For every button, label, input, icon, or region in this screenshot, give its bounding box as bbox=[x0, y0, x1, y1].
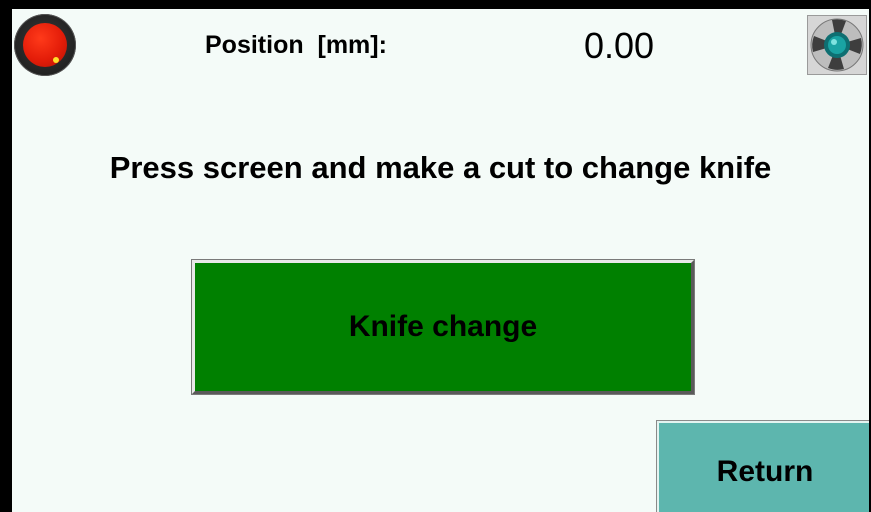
hmi-screen: Position [mm]: 0.00 Press screen and mak… bbox=[0, 0, 871, 512]
knife-change-label: Knife change bbox=[348, 310, 538, 343]
return-button[interactable]: Return bbox=[656, 420, 869, 512]
position-value: 0.00 bbox=[584, 25, 655, 66]
knife-change-button[interactable]: Knife change bbox=[191, 259, 695, 395]
status-lamp-icon bbox=[14, 14, 76, 76]
position-label: Position [mm]: bbox=[205, 31, 387, 59]
return-label: Return bbox=[716, 455, 814, 488]
status-lamp-highlight bbox=[53, 57, 59, 63]
status-lamp-lens bbox=[23, 23, 67, 67]
settings-button[interactable] bbox=[807, 15, 867, 75]
instruction-text: Press screen and make a cut to change kn… bbox=[109, 150, 772, 185]
fan-settings-icon bbox=[810, 18, 864, 72]
